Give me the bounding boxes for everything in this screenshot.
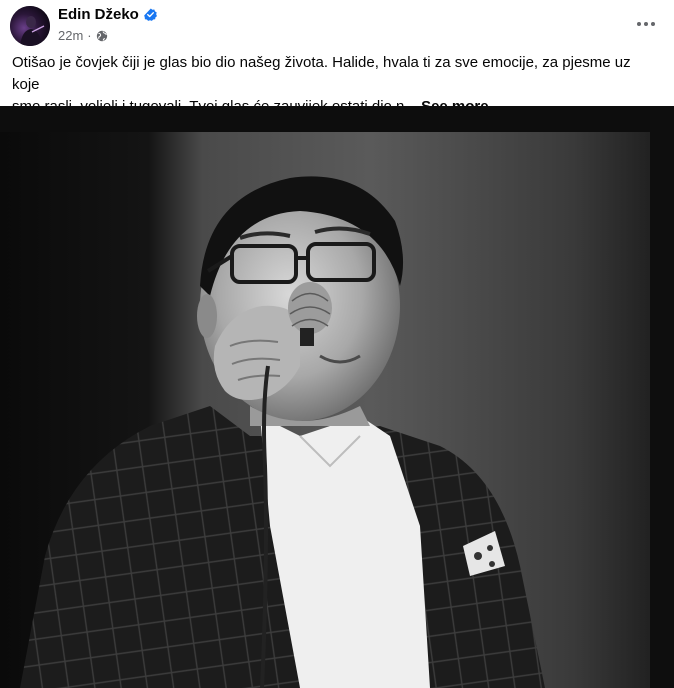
meta-separator: ·: [87, 28, 92, 43]
globe-icon[interactable]: [96, 30, 108, 42]
post-meta: 22m ·: [58, 28, 108, 43]
post-header: Edin Džeko 22m ·: [0, 0, 674, 50]
post-text-line-1: Otišao je čovjek čiji je glas bio dio na…: [12, 54, 631, 93]
more-options-icon: [637, 22, 655, 26]
author-name[interactable]: Edin Džeko: [58, 6, 157, 23]
post-time[interactable]: 22m: [58, 28, 83, 43]
avatar[interactable]: [10, 6, 50, 46]
more-options-button[interactable]: [634, 12, 658, 36]
author-name-text[interactable]: Edin Džeko: [58, 6, 139, 23]
post-photo[interactable]: [0, 106, 674, 688]
verified-badge-icon: [144, 8, 157, 21]
